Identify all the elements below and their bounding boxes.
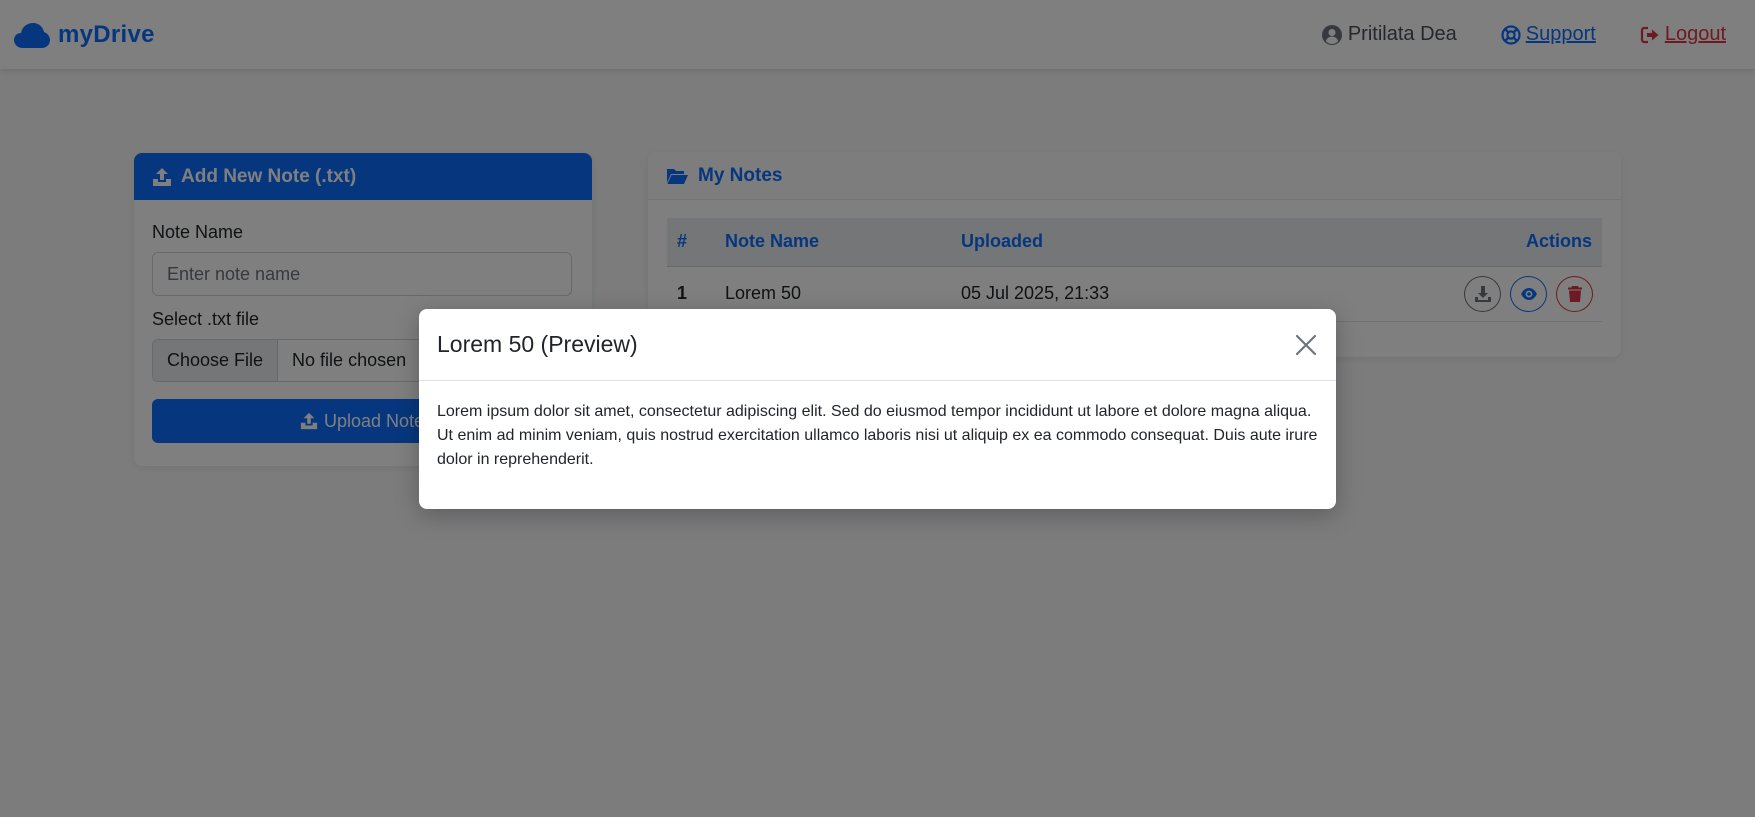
modal-body-text: Lorem ipsum dolor sit amet, consectetur … [437,403,1318,468]
modal-close-button[interactable] [1294,333,1318,357]
modal-header: Lorem 50 (Preview) [419,309,1336,381]
close-icon [1295,334,1317,355]
preview-modal: Lorem 50 (Preview) Lorem ipsum dolor sit… [419,309,1336,509]
modal-title: Lorem 50 (Preview) [437,331,638,357]
